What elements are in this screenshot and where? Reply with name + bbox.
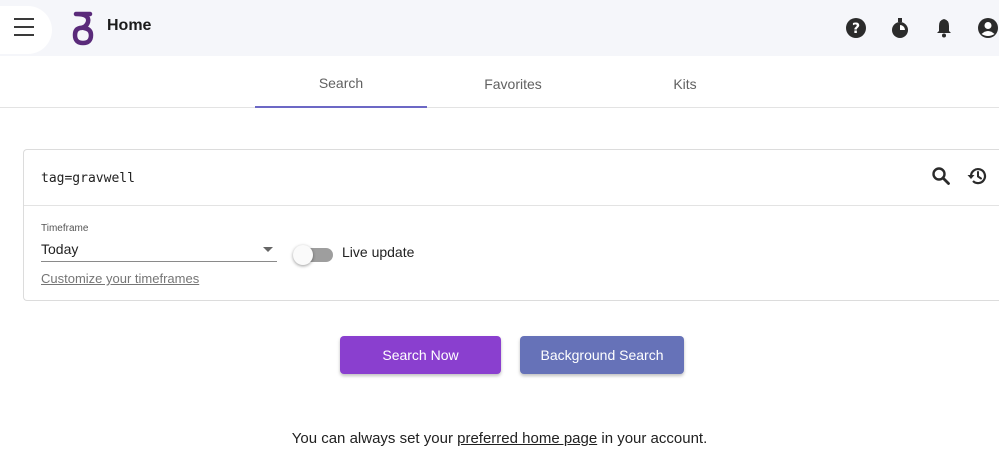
background-search-button[interactable]: Background Search (520, 336, 684, 374)
history-icon[interactable] (965, 164, 989, 188)
search-icon[interactable] (929, 164, 953, 188)
tab-kits[interactable]: Kits (599, 60, 771, 108)
query-input[interactable]: tag=gravwell (24, 150, 999, 206)
live-update-toggle[interactable] (293, 245, 333, 265)
timer-icon[interactable] (889, 17, 911, 39)
home-page-note: You can always set your preferred home p… (0, 430, 999, 447)
note-suffix: in your account. (597, 430, 708, 447)
live-update-label: Live update (342, 244, 415, 260)
search-now-button[interactable]: Search Now (340, 336, 501, 374)
top-bar: Home ? (0, 0, 999, 56)
help-icon[interactable]: ? (845, 17, 867, 39)
page-title: Home (107, 17, 152, 34)
gravwell-logo-icon[interactable] (72, 10, 94, 46)
preferred-home-page-link[interactable]: preferred home page (457, 430, 597, 447)
top-icon-group: ? (823, 14, 999, 42)
timeframe-label: Timeframe (41, 223, 89, 234)
tab-bar: Search Favorites Kits (0, 60, 999, 108)
svg-text:?: ? (852, 21, 860, 37)
menu-icon[interactable] (9, 10, 39, 44)
timeframe-value: Today (41, 241, 79, 257)
tab-search[interactable]: Search (255, 60, 427, 108)
query-actions (929, 164, 989, 188)
note-prefix: You can always set your (291, 430, 458, 447)
notifications-icon[interactable] (933, 17, 955, 39)
query-text[interactable]: tag=gravwell (41, 171, 135, 186)
search-card: tag=gravwell Timeframe Today Customize y… (23, 149, 999, 301)
timeframe-select[interactable]: Today (41, 238, 277, 262)
tab-favorites[interactable]: Favorites (427, 60, 599, 108)
account-icon[interactable] (977, 17, 999, 39)
customize-timeframes-link[interactable]: Customize your timeframes (41, 271, 199, 286)
dropdown-arrow-icon (263, 247, 273, 252)
toggle-thumb (293, 245, 313, 265)
